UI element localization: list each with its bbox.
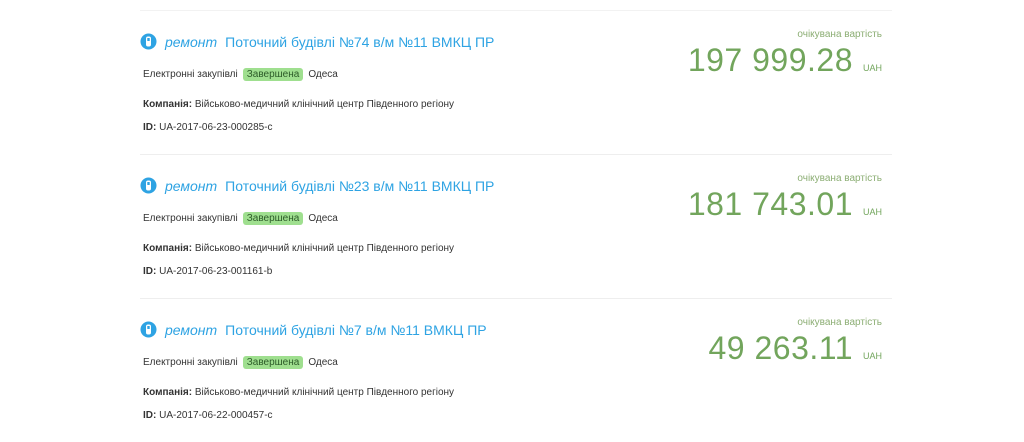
tender-id-line: ID: UA-2017-06-22-000457-c [143,410,273,421]
id-label: ID: [143,410,157,421]
amount: 181 743.01 [687,186,853,222]
tender-title-row[interactable]: ремонт Поточний будівлі №7 в/м №11 ВМКЦ … [140,321,487,338]
amount: 49 263.11 [708,330,853,366]
city: Одеса [308,213,338,224]
currency: UAH [862,207,882,217]
tender-tags: Електронні закупівлі Завершена Одеса [143,212,338,225]
tender-kind: ремонт [165,33,218,50]
tender-kind: ремонт [165,177,218,194]
tender-list: ремонт Поточний будівлі №74 в/м №11 ВМКЦ… [140,0,892,442]
tender-card: ремонт Поточний будівлі №23 в/м №11 ВМКЦ… [140,154,892,298]
company-line: Компанія: Військово-медичний клінічний ц… [143,243,454,254]
procurement-type: Електронні закупівлі [143,69,238,80]
price-block: очікувана вартість 49 263.11 UAH [709,317,883,367]
tender-tags: Електронні закупівлі Завершена Одеса [143,356,338,369]
city: Одеса [308,69,338,80]
company-label: Компанія: [143,99,193,110]
tender-title-row[interactable]: ремонт Поточний будівлі №74 в/м №11 ВМКЦ… [140,33,494,50]
tender-title-link[interactable]: Поточний будівлі №7 в/м №11 ВМКЦ ПР [225,322,486,338]
procurement-type: Електронні закупівлі [143,213,238,224]
tender-card: ремонт Поточний будівлі №7 в/м №11 ВМКЦ … [140,298,892,442]
city: Одеса [308,357,338,368]
company-label: Компанія: [143,387,193,398]
company-name: Військово-медичний клінічний центр Півде… [194,243,455,254]
tender-title-row[interactable]: ремонт Поточний будівлі №23 в/м №11 ВМКЦ… [140,177,494,194]
company-name: Військово-медичний клінічний центр Півде… [194,387,455,398]
id-label: ID: [143,266,157,277]
tool-icon [140,321,157,338]
tender-id-line: ID: UA-2017-06-23-000285-c [143,122,273,133]
tool-icon [140,33,157,50]
tender-kind: ремонт [165,321,218,338]
price-block: очікувана вартість 181 743.01 UAH [688,173,882,223]
expected-value-label: очікувана вартість [797,29,882,40]
expected-value-label: очікувана вартість [797,317,882,328]
company-name: Військово-медичний клінічний центр Півде… [194,99,455,110]
tool-icon [140,177,157,194]
tender-id: UA-2017-06-23-000285-c [159,122,273,133]
id-label: ID: [143,122,157,133]
procurement-type: Електронні закупівлі [143,357,238,368]
status-badge: Завершена [242,68,304,81]
status-badge: Завершена [242,356,304,369]
status-badge: Завершена [242,212,304,225]
price-block: очікувана вартість 197 999.28 UAH [688,29,882,79]
company-line: Компанія: Військово-медичний клінічний ц… [143,387,454,398]
tender-tags: Електронні закупівлі Завершена Одеса [143,68,338,81]
currency: UAH [862,63,882,73]
amount: 197 999.28 [687,42,853,78]
company-label: Компанія: [143,243,193,254]
tender-title-link[interactable]: Поточний будівлі №74 в/м №11 ВМКЦ ПР [225,34,494,50]
tender-id: UA-2017-06-23-001161-b [159,266,273,277]
expected-value-label: очікувана вартість [797,173,882,184]
currency: UAH [862,351,882,361]
tender-title-link[interactable]: Поточний будівлі №23 в/м №11 ВМКЦ ПР [225,178,494,194]
tender-card: ремонт Поточний будівлі №74 в/м №11 ВМКЦ… [140,10,892,154]
tender-id-line: ID: UA-2017-06-23-001161-b [143,266,272,277]
company-line: Компанія: Військово-медичний клінічний ц… [143,99,454,110]
tender-id: UA-2017-06-22-000457-c [159,410,273,421]
